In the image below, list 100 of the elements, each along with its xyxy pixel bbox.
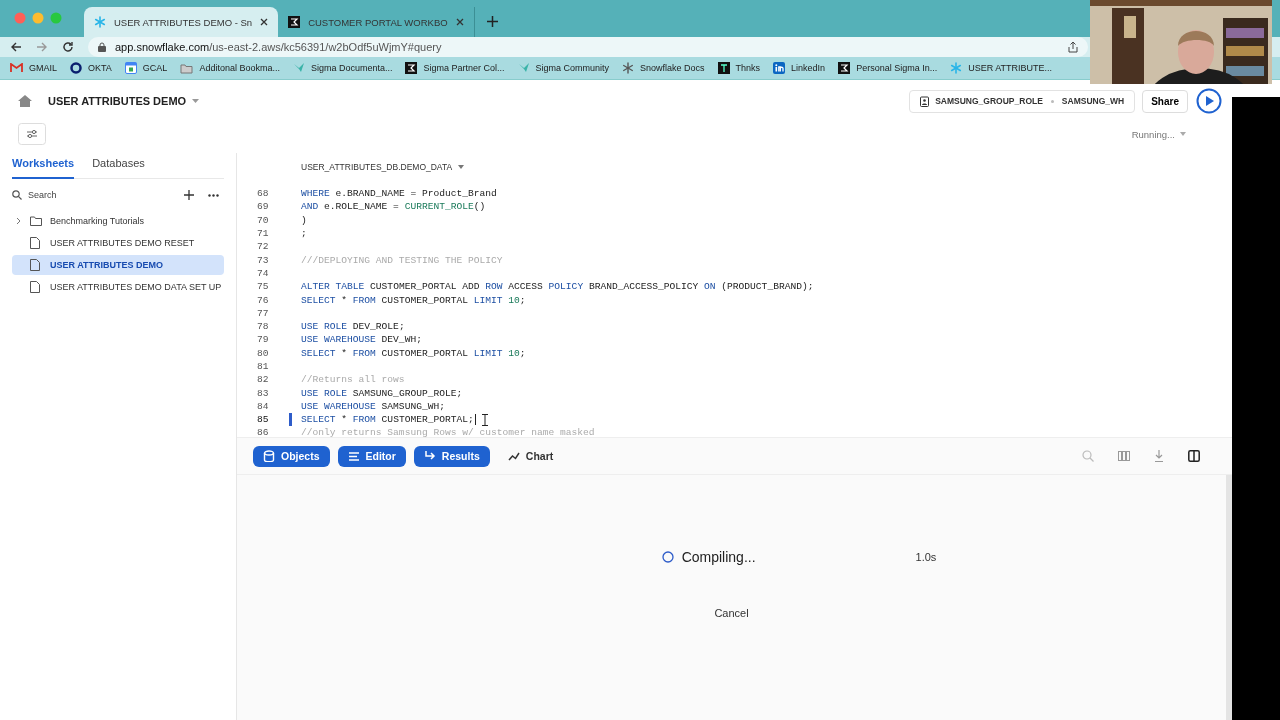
bookmark[interactable]: Thnks: [717, 62, 761, 74]
close-icon[interactable]: [455, 18, 464, 26]
line-number: 78: [256, 321, 270, 333]
sidebar-item[interactable]: USER ATTRIBUTES DEMO DATA SET UP: [12, 277, 224, 297]
code-line: ALTER TABLE CUSTOMER_PORTAL ADD ROW ACCESS POLICY BRAND_ACCESS_POLICY ON (PRODUCT_BRAND);: [301, 281, 814, 293]
back-icon[interactable]: [10, 41, 22, 53]
reload-icon[interactable]: [62, 41, 74, 53]
folder-icon: [30, 216, 42, 226]
line-chart-icon: [507, 450, 520, 462]
share-button[interactable]: Share: [1142, 89, 1188, 113]
code-comment: //Returns all rows: [301, 374, 405, 386]
code-comment: //only returns Samsung Rows w/ customer name masked: [301, 427, 595, 437]
calendar-icon: [124, 62, 137, 74]
i-beam-cursor-icon: [481, 413, 488, 426]
address-field[interactable]: app.snowflake.com/us-east-2.aws/kc56391/w2bOdf5uWjmY#query: [88, 37, 1088, 57]
bookmark[interactable]: Snowflake Docs: [622, 62, 705, 74]
mail-icon: [10, 63, 23, 73]
status-text: Compiling...: [681, 549, 756, 565]
worksheet-title[interactable]: USER ATTRIBUTES DEMO: [48, 95, 200, 107]
sidebar-item[interactable]: Benchmarking Tutorials: [12, 211, 224, 231]
line-number: 68: [256, 188, 270, 200]
line-number: 84: [256, 400, 270, 412]
database-selector[interactable]: USER_ATTRIBUTES_DB.DEMO_DATA: [301, 162, 465, 172]
text-cursor: [474, 414, 476, 426]
caret-icon: [458, 165, 465, 169]
turn-arrow-icon: [423, 450, 436, 462]
add-icon[interactable]: [184, 190, 194, 200]
status-menu[interactable]: Running...: [1131, 128, 1186, 140]
columns-icon[interactable]: [1118, 451, 1130, 461]
line-number: 76: [256, 294, 270, 306]
line-number: 74: [256, 267, 270, 279]
tab-title: USER ATTRIBUTES DEMO - Sn: [114, 16, 253, 28]
bookmark[interactable]: Sigma Partner Col...: [405, 62, 505, 74]
context-selector[interactable]: SAMSUNG_GROUP_ROLE SAMSUNG_WH: [909, 89, 1136, 113]
bookmark[interactable]: GMAIL: [10, 63, 57, 73]
download-icon[interactable]: [1154, 450, 1164, 462]
code-line: WHERE e.BRAND_NAME = Product_Brand: [301, 188, 497, 200]
sidebar-item[interactable]: USER ATTRIBUTES DEMO RESET: [12, 233, 224, 253]
sigma-logo-icon: [838, 62, 851, 74]
line-number: 69: [256, 201, 270, 213]
line-number: 85: [256, 414, 270, 426]
bookmark[interactable]: Sigma Community: [517, 62, 610, 74]
sidebar-item[interactable]: USER ATTRIBUTES DEMO: [12, 255, 224, 275]
bookmark[interactable]: USER ATTRIBUTE...: [950, 62, 1052, 74]
bookmark[interactable]: Personal Sigma In...: [838, 62, 938, 74]
sidebar-tab[interactable]: Databases: [92, 153, 145, 179]
tab-title: CUSTOMER PORTAL WORKBO: [308, 16, 448, 28]
code-line: USE WAREHOUSE SAMSUNG_WH;: [301, 400, 445, 412]
line-number: 75: [256, 281, 270, 293]
letter-tile-icon: [717, 62, 730, 74]
caret-icon: [192, 99, 200, 103]
search-field[interactable]: Search: [28, 190, 128, 200]
line-number: 82: [256, 374, 270, 386]
bookmark[interactable]: Sigma Documenta...: [292, 62, 393, 74]
bookmark[interactable]: LinkedIn: [773, 62, 826, 74]
run-button-icon[interactable]: [1196, 88, 1222, 114]
new-tab-icon[interactable]: [486, 16, 498, 27]
code-line: USE ROLE SAMSUNG_GROUP_ROLE;: [301, 387, 463, 399]
code-line: SELECT * FROM CUSTOMER_PORTAL LIMIT 10;: [301, 294, 526, 306]
snowflake-icon: [94, 16, 106, 28]
role-icon: [920, 95, 930, 107]
code-line: AND e.ROLE_NAME = CURRENT_ROLE(): [301, 201, 486, 213]
code-line: USE ROLE DEV_ROLE;: [301, 321, 405, 333]
code-comment: ///DEPLOYING AND TESTING THE POLICY: [301, 254, 503, 266]
line-number: 71: [256, 228, 270, 240]
chevron-right-icon: [16, 217, 22, 225]
sidebar-tab[interactable]: Worksheets: [12, 153, 75, 179]
code-line: ;: [301, 228, 307, 240]
elapsed-time: 1.0s: [915, 551, 937, 563]
sigma-logo-icon: [405, 62, 418, 74]
line-number: 72: [256, 241, 270, 253]
bookmark[interactable]: OKTA: [70, 62, 112, 74]
panel-tab[interactable]: Results: [413, 445, 490, 467]
panel-tab[interactable]: Chart: [497, 445, 564, 467]
snowflake-icon: [950, 62, 963, 74]
window-controls-icon: [14, 12, 64, 24]
more-icon[interactable]: [208, 193, 219, 197]
code-line: USE WAREHOUSE DEV_WH;: [301, 334, 422, 346]
bookmark[interactable]: Additonal Bookma...: [180, 62, 280, 74]
lines-icon: [347, 450, 360, 462]
spinner-icon: [661, 551, 674, 563]
search-icon: [12, 190, 22, 200]
lock-icon: [98, 42, 106, 52]
line-number: 79: [256, 334, 270, 346]
share-icon[interactable]: [1068, 41, 1078, 53]
browser-tab[interactable]: USER ATTRIBUTES DEMO - Sn: [84, 7, 279, 37]
home-icon[interactable]: [17, 94, 33, 108]
folder-icon: [180, 62, 194, 74]
split-panel-icon[interactable]: [1188, 450, 1200, 462]
code-line: ): [301, 214, 307, 226]
panel-tab[interactable]: Editor: [337, 445, 406, 467]
bookmark[interactable]: GCAL: [124, 62, 168, 74]
document-icon: [30, 237, 40, 249]
line-number: 80: [256, 347, 270, 359]
panel-tab[interactable]: Objects: [253, 445, 330, 467]
cancel-button[interactable]: Cancel: [706, 603, 757, 623]
close-icon[interactable]: [260, 18, 269, 26]
filter-icon[interactable]: [18, 123, 46, 145]
line-number: 81: [256, 361, 270, 372]
code-line: SELECT * FROM CUSTOMER_PORTAL LIMIT 10;: [301, 347, 526, 359]
